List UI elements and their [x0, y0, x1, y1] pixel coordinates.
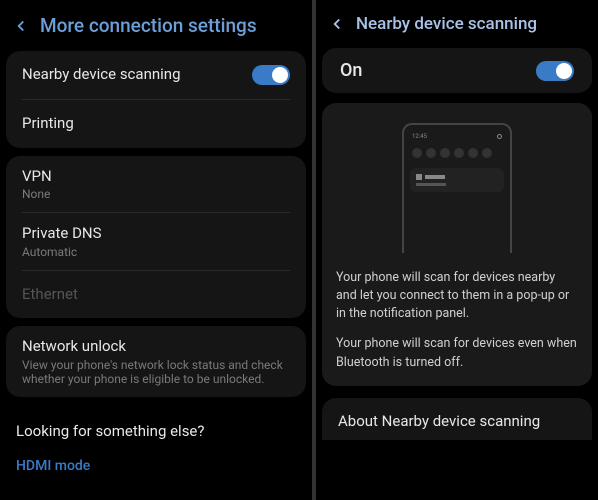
section-2: VPN None Private DNS Automatic Ethernet — [6, 156, 306, 319]
more-connection-settings-panel: More connection settings Nearby device s… — [0, 0, 312, 500]
page-title: Nearby device scanning — [356, 14, 537, 34]
row-label: VPN — [22, 167, 290, 187]
status-label: On — [340, 60, 362, 81]
status-row[interactable]: On — [322, 48, 592, 93]
row-label: Ethernet — [22, 285, 78, 305]
header: More connection settings — [0, 0, 312, 47]
vpn-row[interactable]: VPN None — [6, 156, 306, 213]
back-icon[interactable] — [12, 17, 30, 35]
about-row[interactable]: About Nearby device scanning — [322, 398, 592, 440]
page-title: More connection settings — [40, 14, 257, 37]
hdmi-mode-link[interactable]: HDMI mode — [0, 446, 312, 482]
row-sublabel: None — [22, 187, 290, 201]
row-label: Network unlock — [22, 337, 290, 357]
nearby-device-scanning-row[interactable]: Nearby device scanning — [6, 51, 306, 99]
phone-illustration: 12:45 — [402, 123, 512, 253]
on-toggle[interactable] — [536, 61, 574, 81]
description-2: Your phone will scan for devices even wh… — [336, 335, 578, 371]
gear-icon — [497, 134, 502, 139]
section-3: Network unlock View your phone's network… — [6, 326, 306, 397]
row-label: Private DNS — [22, 224, 290, 244]
footer-label: Looking for something else? — [16, 422, 204, 440]
header: Nearby device scanning — [316, 0, 598, 44]
section-1: Nearby device scanning Printing — [6, 51, 306, 148]
row-sublabel: Automatic — [22, 245, 290, 259]
footer: Looking for something else? — [0, 401, 312, 446]
private-dns-row[interactable]: Private DNS Automatic — [6, 213, 306, 270]
nearby-device-scanning-panel: Nearby device scanning On 12:45 Your pho… — [316, 0, 598, 500]
back-icon[interactable] — [328, 15, 346, 33]
network-unlock-row[interactable]: Network unlock View your phone's network… — [6, 326, 306, 397]
printing-row[interactable]: Printing — [6, 100, 306, 148]
row-label: Nearby device scanning — [22, 65, 181, 85]
row-sublabel: View your phone's network lock status an… — [22, 358, 290, 386]
nearby-toggle[interactable] — [252, 65, 290, 85]
info-card: 12:45 Your phone will scan for devices n… — [322, 103, 592, 386]
mock-time: 12:45 — [412, 133, 427, 140]
description-1: Your phone will scan for devices nearby … — [336, 269, 578, 323]
row-label: Printing — [22, 114, 74, 134]
ethernet-row: Ethernet — [6, 271, 306, 319]
